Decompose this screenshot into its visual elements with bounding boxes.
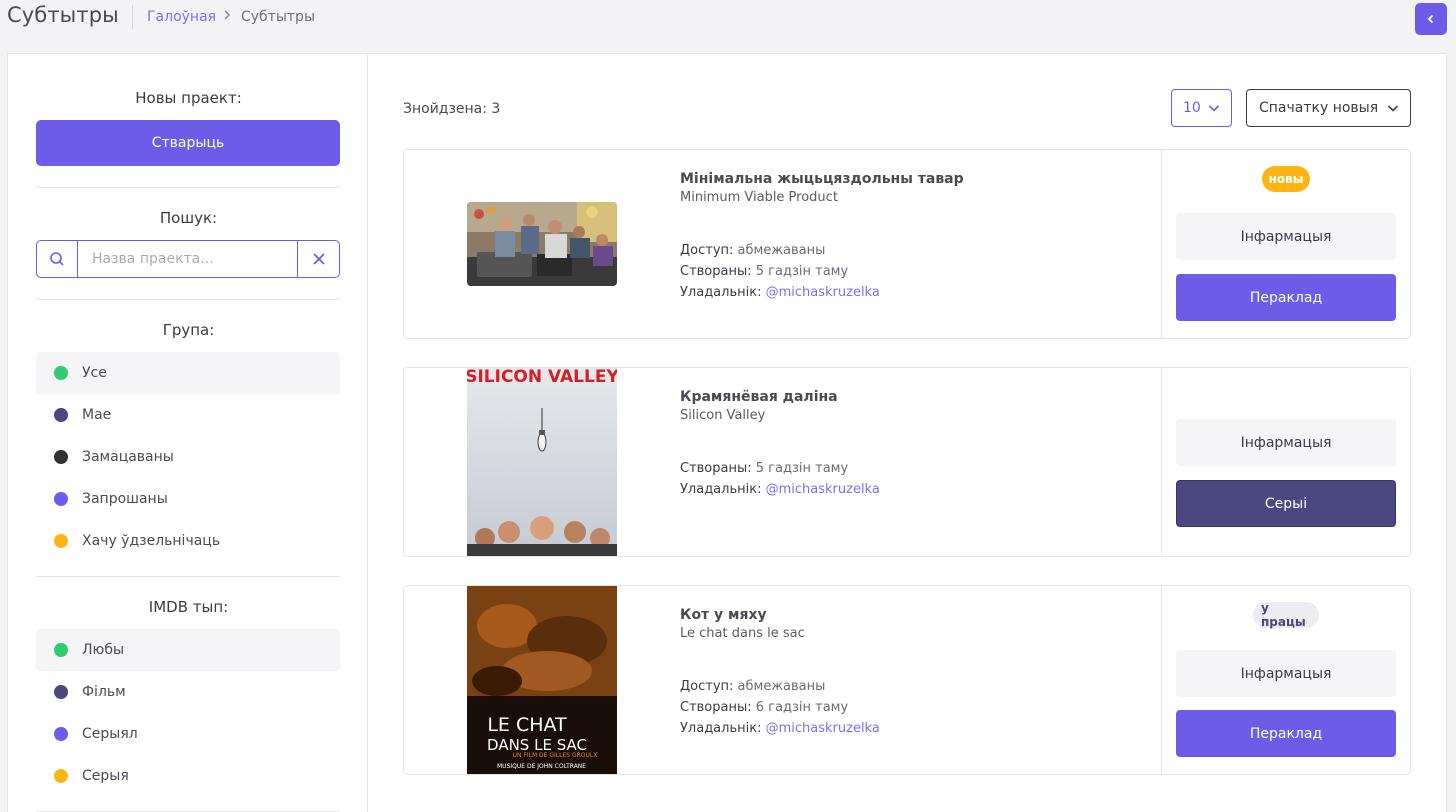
- imdb-filter-item[interactable]: Любы: [36, 629, 340, 671]
- group-label: Група:: [162, 321, 215, 339]
- divider: [36, 187, 340, 188]
- card-divider: [1161, 150, 1162, 338]
- chevron-left-icon: [1427, 14, 1434, 24]
- project-original-title: Silicon Valley: [680, 408, 766, 423]
- chevron-down-icon: [1208, 105, 1220, 112]
- meta-created: Створаны: 5 гадзін таму: [680, 461, 849, 476]
- imdb-filter-item-label: Серыя: [82, 768, 129, 784]
- status-dot-icon: [54, 408, 68, 422]
- breadcrumb-chevron-icon: [222, 9, 232, 25]
- breadcrumb-home-link[interactable]: Галоўная: [147, 9, 216, 25]
- imdb-filter-item-label: Серыял: [82, 726, 138, 742]
- per-page-select[interactable]: 10: [1171, 89, 1232, 127]
- search-label: Пошук:: [159, 209, 218, 227]
- group-filter-item-label: Хачу ўдзельнічаць: [82, 533, 221, 549]
- project-card: LE CHAT DANS LE SAC UN FILM DE GILLES GR…: [403, 585, 1411, 775]
- search-icon[interactable]: [37, 241, 78, 277]
- meta-owner: Уладальнік: @michaskruzelka: [680, 482, 880, 497]
- group-filter-item-label: Замацаваны: [82, 449, 174, 465]
- group-filter-item[interactable]: Замацаваны: [36, 436, 340, 478]
- group-filter-item-label: Мае: [82, 407, 112, 423]
- project-card: SILICON VALLEY Крамянёвая даліна Silicon…: [403, 367, 1411, 557]
- project-original-title: Le chat dans le sac: [680, 626, 805, 641]
- main-panel: Знойдзена: 3 10 Спачатку новыя Мінімальн…: [367, 53, 1447, 812]
- meta-access: Доступ: абмежаваны: [680, 679, 826, 694]
- divider: [36, 576, 340, 577]
- group-filter-item-label: Усе: [82, 365, 107, 381]
- create-button[interactable]: Стварыць: [36, 120, 340, 166]
- sidebar: Новы праект: Стварыць Пошук: Група: Усе М…: [7, 53, 368, 812]
- group-filter-item-label: Запрошаны: [82, 491, 168, 507]
- meta-created: Створаны: 5 гадзін таму: [680, 264, 849, 279]
- imdb-filter-item[interactable]: Серыял: [36, 713, 340, 755]
- card-divider: [1161, 586, 1162, 774]
- poster-title-line-1: LE CHAT: [487, 714, 567, 736]
- meta-access: Доступ: абмежаваны: [680, 243, 826, 258]
- translate-button[interactable]: Пераклад: [1176, 274, 1396, 321]
- title-divider: [132, 5, 133, 29]
- project-title[interactable]: Кот у мяху: [680, 607, 767, 623]
- new-project-label: Новы праект:: [135, 89, 242, 107]
- page-title: Субтытры: [7, 3, 119, 27]
- results-count: Знойдзена: 3: [403, 101, 501, 117]
- status-badge: новы: [1262, 166, 1310, 192]
- status-dot-icon: [54, 450, 68, 464]
- status-dot-icon: [54, 492, 68, 506]
- group-filter-item[interactable]: Запрошаны: [36, 478, 340, 520]
- poster-title-text: SILICON VALLEY: [467, 368, 617, 387]
- owner-link[interactable]: @michaskruzelka: [766, 721, 880, 736]
- group-filter-item[interactable]: Усе: [36, 352, 340, 394]
- project-title[interactable]: Крамянёвая даліна: [680, 389, 838, 405]
- imdb-filter-item[interactable]: Фільм: [36, 671, 340, 713]
- status-dot-icon: [54, 366, 68, 380]
- project-original-title: Minimum Viable Product: [680, 190, 838, 205]
- status-dot-icon: [54, 643, 68, 657]
- top-bar: Субтытры Галоўная Субтытры: [0, 0, 1456, 36]
- meta-created: Створаны: 6 гадзін таму: [680, 700, 849, 715]
- info-button[interactable]: Інфармацыя: [1176, 650, 1396, 697]
- status-badge: у працы: [1253, 601, 1319, 629]
- info-button[interactable]: Інфармацыя: [1176, 419, 1396, 466]
- group-filter-item[interactable]: Мае: [36, 394, 340, 436]
- search-box: [36, 240, 340, 278]
- sort-select[interactable]: Спачатку новыя: [1246, 89, 1411, 127]
- poster-image[interactable]: SILICON VALLEY: [467, 368, 617, 556]
- status-dot-icon: [54, 769, 68, 783]
- poster-image[interactable]: LE CHAT DANS LE SAC UN FILM DE GILLES GR…: [467, 586, 617, 774]
- imdb-filter-item-label: Фільм: [82, 684, 126, 700]
- translate-button[interactable]: Пераклад: [1176, 710, 1396, 757]
- imdb-type-label: IMDB тып:: [148, 598, 229, 616]
- project-card: Мінімальна жыцьцяздольны тавар Minimum V…: [403, 149, 1411, 339]
- breadcrumb-current: Субтытры: [241, 9, 315, 25]
- project-title[interactable]: Мінімальна жыцьцяздольны тавар: [680, 171, 964, 187]
- search-input[interactable]: [78, 241, 297, 277]
- chevron-down-icon: [1387, 105, 1399, 112]
- imdb-filter-item[interactable]: Серыя: [36, 755, 340, 797]
- sort-value: Спачатку новыя: [1259, 100, 1379, 116]
- status-dot-icon: [54, 685, 68, 699]
- poster-credit-line: UN FILM DE GILLES GROULX: [513, 752, 598, 759]
- group-filter-item[interactable]: Хачу ўдзельнічаць: [36, 520, 340, 562]
- status-dot-icon: [54, 727, 68, 741]
- back-button[interactable]: [1415, 3, 1447, 35]
- clear-search-button[interactable]: [297, 241, 339, 277]
- meta-owner: Уладальнік: @michaskruzelka: [680, 285, 880, 300]
- poster-image[interactable]: [467, 202, 617, 286]
- per-page-value: 10: [1183, 100, 1201, 116]
- meta-owner: Уладальнік: @michaskruzelka: [680, 721, 880, 736]
- info-button[interactable]: Інфармацыя: [1176, 213, 1396, 260]
- episodes-button[interactable]: Серыі: [1176, 480, 1396, 527]
- owner-link[interactable]: @michaskruzelka: [766, 482, 880, 497]
- close-icon: [312, 253, 325, 265]
- poster-music-line: MUSIQUE DE JOHN COLTRANE: [497, 763, 586, 770]
- imdb-filter-item-label: Любы: [82, 642, 124, 658]
- divider: [36, 299, 340, 300]
- owner-link[interactable]: @michaskruzelka: [766, 285, 880, 300]
- card-divider: [1161, 368, 1162, 556]
- status-dot-icon: [54, 534, 68, 548]
